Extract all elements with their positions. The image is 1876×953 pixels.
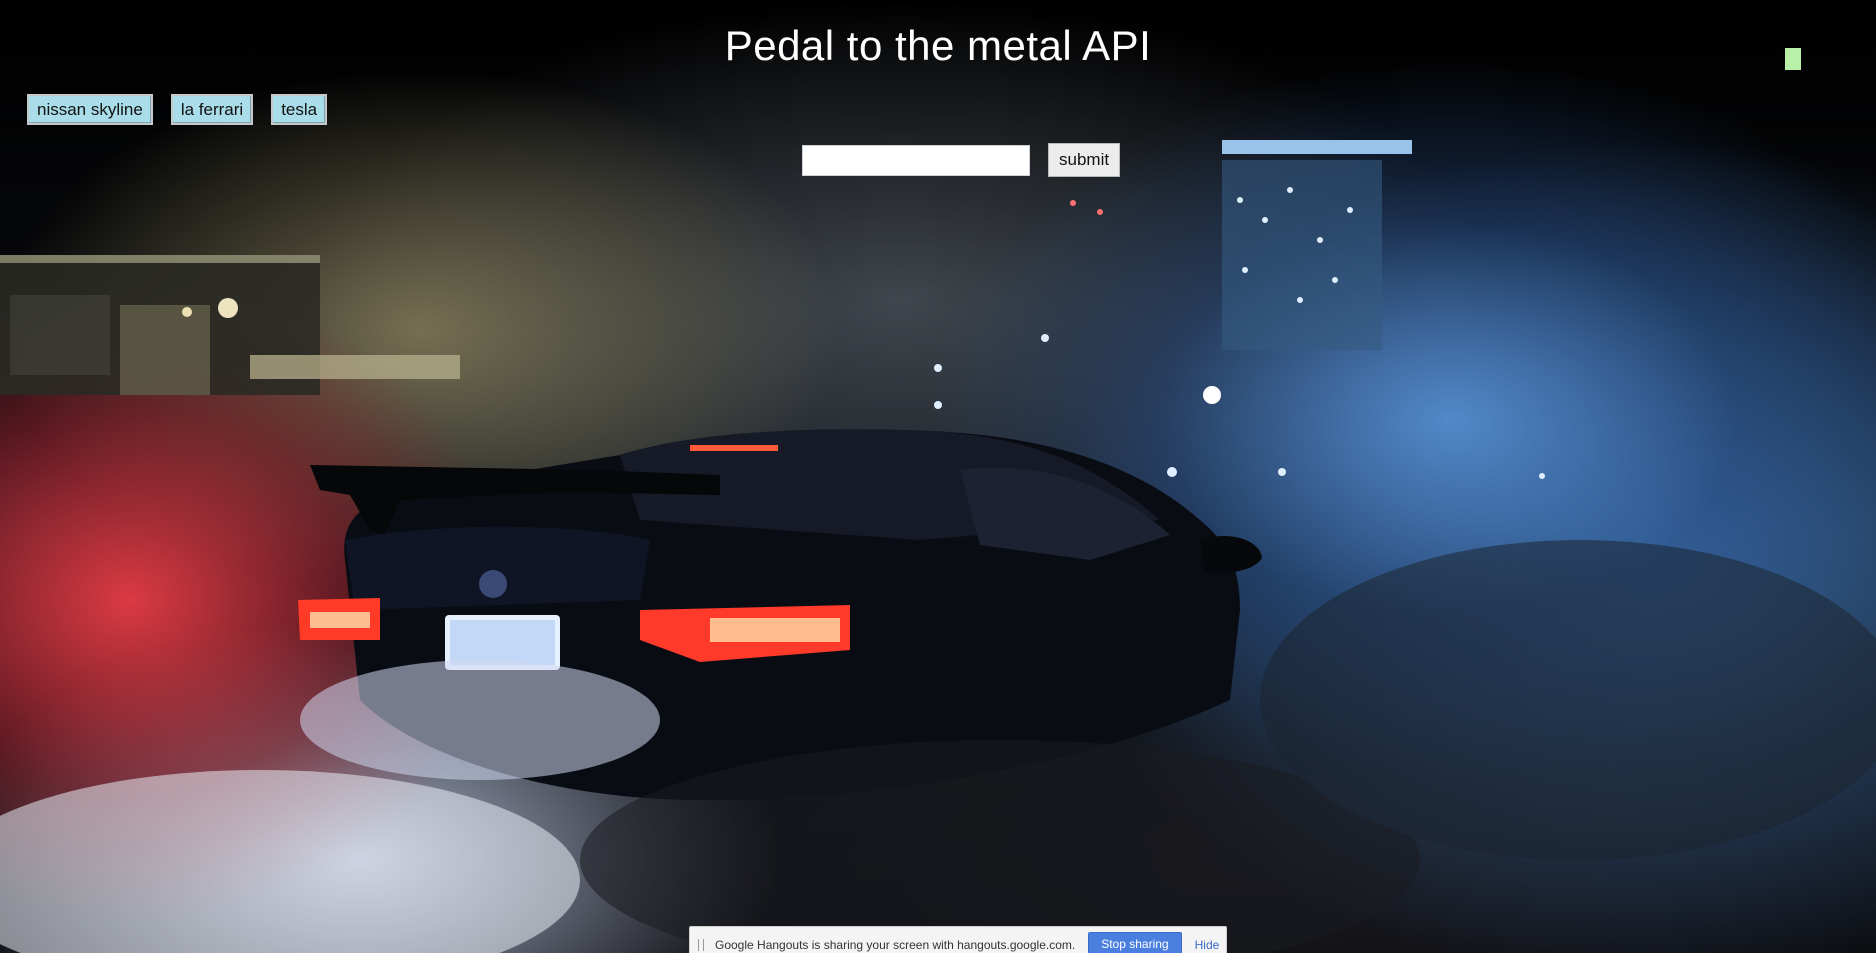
screen-share-bar: Google Hangouts is sharing your screen w… [689,926,1227,953]
hide-link[interactable]: Hide [1195,938,1220,952]
building-left [0,255,460,395]
city-lights [934,48,1801,479]
stop-sharing-button[interactable]: Stop sharing [1088,932,1182,953]
search-input[interactable] [802,144,1030,176]
search-form: submit [802,143,1121,177]
tesla-button[interactable]: tesla [271,94,328,125]
submit-button[interactable]: submit [1048,143,1121,177]
share-message: Google Hangouts is sharing your screen w… [715,938,1076,952]
page-title: Pedal to the metal API [724,22,1152,69]
drag-grip-icon[interactable] [698,939,704,951]
la-ferrari-button[interactable]: la ferrari [170,94,254,125]
car-button-group: nissan skyline la ferrari tesla [27,94,328,125]
nissan-skyline-button[interactable]: nissan skyline [27,94,153,125]
